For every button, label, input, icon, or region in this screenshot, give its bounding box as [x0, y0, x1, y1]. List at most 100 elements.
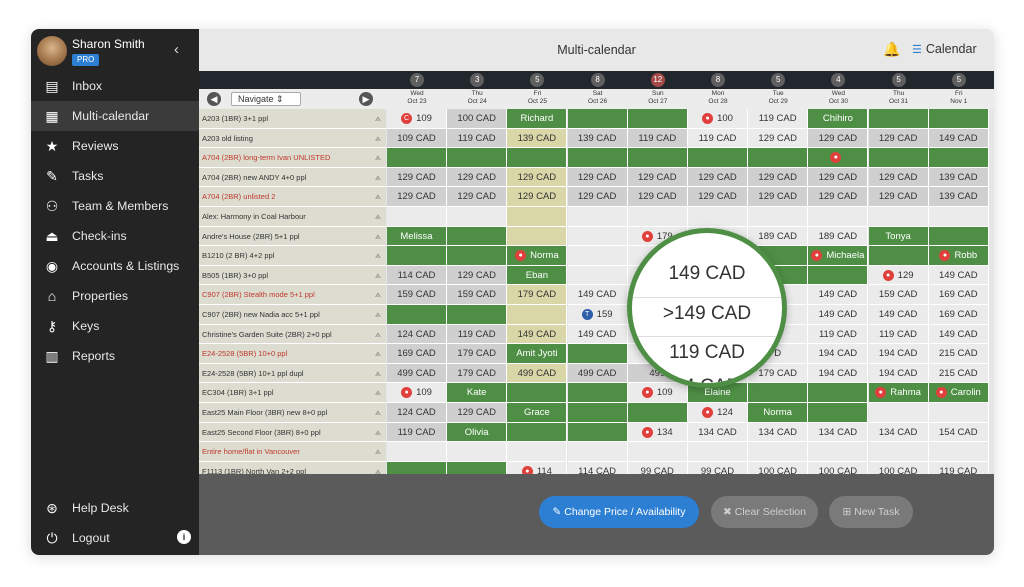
- calendar-cell[interactable]: Norma: [748, 403, 809, 423]
- listing-name[interactable]: Alex: Harmony in Coal Harbour ⟑: [199, 207, 386, 227]
- calendar-cell[interactable]: Olivia: [447, 422, 508, 443]
- calendar-cell[interactable]: 129 CAD: [627, 187, 688, 207]
- day-header[interactable]: Tue Oct 29: [748, 90, 808, 106]
- calendar-cell[interactable]: [627, 403, 688, 423]
- calendar-cell[interactable]: [567, 422, 628, 443]
- calendar-cell[interactable]: 129 CAD: [808, 128, 869, 149]
- calendar-cell[interactable]: 129 CAD: [627, 167, 688, 188]
- sidebar-item-tasks[interactable]: ✎ Tasks: [31, 161, 199, 191]
- calendar-cell[interactable]: [928, 109, 989, 129]
- calendar-cell[interactable]: 119 CAD: [387, 422, 447, 443]
- calendar-cell[interactable]: 179 CAD: [447, 363, 508, 384]
- listing-name[interactable]: Entire home/flat in Vancouver ⟑: [199, 442, 386, 462]
- calendar-cell[interactable]: 129 CAD: [447, 187, 508, 207]
- calendar-cell[interactable]: [387, 207, 447, 227]
- calendar-cell[interactable]: ● Robb: [928, 246, 989, 266]
- calendar-cell[interactable]: [567, 403, 628, 423]
- calendar-cell[interactable]: 194 CAD: [868, 344, 929, 364]
- calendar-cell[interactable]: [507, 226, 568, 247]
- listing-name[interactable]: C907 (2BR) new Nadia acc 5+1 ppl ⟑: [199, 305, 386, 325]
- calendar-cell[interactable]: ● 109: [387, 383, 447, 403]
- calendar-cell[interactable]: ● 129: [868, 265, 929, 286]
- calendar-cell[interactable]: [928, 442, 989, 462]
- listing-name[interactable]: B1210 (2 BR) 4+2 ppl ⟑: [199, 246, 386, 266]
- calendar-cell[interactable]: 194 CAD: [868, 363, 929, 384]
- calendar-cell[interactable]: 119 CAD: [808, 324, 869, 345]
- listing-name[interactable]: A203 (1BR) 3+1 ppl ⟑: [199, 109, 386, 129]
- calendar-cell[interactable]: [688, 148, 748, 168]
- listing-name[interactable]: Christine's Garden Suite (2BR) 2+0 ppl ⟑: [199, 324, 386, 345]
- calendar-cell[interactable]: 149 CAD: [928, 265, 989, 286]
- sidebar-item-inbox[interactable]: ▤ Inbox: [31, 71, 199, 101]
- calendar-cell[interactable]: 100 CAD: [447, 109, 508, 129]
- calendar-cell[interactable]: 134 CAD: [748, 422, 809, 443]
- calendar-cell[interactable]: 119 CAD: [868, 324, 929, 345]
- sidebar-item-help-desk[interactable]: ⊛ Help Desk: [31, 493, 199, 523]
- calendar-cell[interactable]: [808, 207, 869, 227]
- calendar-cell[interactable]: [868, 207, 929, 227]
- calendar-cell[interactable]: [868, 109, 929, 129]
- calendar-cell[interactable]: [567, 265, 628, 286]
- day-header[interactable]: Fri Oct 25: [507, 90, 567, 106]
- change-price-button[interactable]: ✎ Change Price / Availability: [539, 496, 699, 528]
- calendar-cell[interactable]: 119 CAD: [928, 461, 989, 474]
- calendar-cell[interactable]: ● Carolin: [928, 383, 989, 403]
- calendar-cell[interactable]: Kate: [447, 383, 508, 403]
- calendar-cell[interactable]: 129 CAD: [567, 167, 628, 188]
- calendar-cell[interactable]: Tonya: [868, 226, 929, 247]
- calendar-cell[interactable]: [567, 148, 628, 168]
- calendar-cell[interactable]: [928, 148, 989, 168]
- calendar-cell[interactable]: [868, 442, 929, 462]
- calendar-cell[interactable]: [808, 265, 869, 286]
- calendar-cell[interactable]: 129 CAD: [387, 187, 447, 207]
- calendar-cell[interactable]: Eban: [507, 265, 568, 286]
- calendar-cell[interactable]: [507, 383, 568, 403]
- calendar-cell[interactable]: 149 CAD: [808, 285, 869, 305]
- calendar-cell[interactable]: 129 CAD: [567, 187, 628, 207]
- calendar-cell[interactable]: [567, 383, 628, 403]
- calendar-cell[interactable]: 100 CAD: [748, 461, 809, 474]
- calendar-cell[interactable]: [928, 207, 989, 227]
- calendar-cell[interactable]: [627, 442, 688, 462]
- calendar-view-button[interactable]: ☰ Calendar: [912, 42, 977, 56]
- calendar-cell[interactable]: [567, 344, 628, 364]
- calendar-cell[interactable]: 124 CAD: [387, 403, 447, 423]
- day-header[interactable]: Fri Nov 1: [929, 90, 989, 106]
- new-task-button[interactable]: ⊞ New Task: [829, 496, 913, 528]
- calendar-cell[interactable]: 129 CAD: [447, 265, 508, 286]
- prev-week-button[interactable]: ◀: [207, 92, 221, 106]
- calendar-cell[interactable]: 169 CAD: [387, 344, 447, 364]
- calendar-cell[interactable]: Chihiro: [808, 109, 869, 129]
- calendar-cell[interactable]: [447, 246, 508, 266]
- calendar-cell[interactable]: [567, 442, 628, 462]
- calendar-cell[interactable]: 119 CAD: [447, 128, 508, 149]
- calendar-cell[interactable]: 129 CAD: [447, 167, 508, 188]
- calendar-cell[interactable]: 149 CAD: [507, 324, 568, 345]
- calendar-cell[interactable]: [507, 422, 568, 443]
- day-header[interactable]: Mon Oct 28: [688, 90, 748, 106]
- calendar-cell[interactable]: 129 CAD: [748, 187, 809, 207]
- calendar-cell[interactable]: 139 CAD: [567, 128, 628, 149]
- calendar-cell[interactable]: [748, 148, 809, 168]
- calendar-cell[interactable]: 179 CAD: [507, 285, 568, 305]
- sidebar-item-logout[interactable]: ⏻ Logout i: [31, 523, 199, 553]
- calendar-cell[interactable]: [447, 226, 508, 247]
- calendar-cell[interactable]: ● 100: [688, 109, 748, 129]
- calendar-cell[interactable]: [627, 109, 688, 129]
- calendar-cell[interactable]: [447, 461, 508, 474]
- calendar-cell[interactable]: 129 CAD: [688, 167, 748, 188]
- calendar-cell[interactable]: [868, 403, 929, 423]
- calendar-cell[interactable]: Grace: [507, 403, 568, 423]
- calendar-cell[interactable]: [507, 207, 568, 227]
- calendar-cell[interactable]: 124 CAD: [387, 324, 447, 345]
- calendar-cell[interactable]: ● Norma: [507, 246, 568, 266]
- clear-selection-button[interactable]: ✖ Clear Selection: [711, 496, 818, 528]
- calendar-cell[interactable]: 139 CAD: [928, 167, 989, 188]
- calendar-cell[interactable]: 159 CAD: [447, 285, 508, 305]
- calendar-cell[interactable]: C 109: [387, 109, 447, 129]
- calendar-cell[interactable]: 134 CAD: [868, 422, 929, 443]
- listing-name[interactable]: East25 Main Floor (3BR) new 8+0 ppl ⟑: [199, 403, 386, 423]
- calendar-cell[interactable]: 215 CAD: [928, 344, 989, 364]
- sidebar-item-check-ins[interactable]: ⏏ Check-ins: [31, 221, 199, 251]
- calendar-cell[interactable]: 129 CAD: [808, 187, 869, 207]
